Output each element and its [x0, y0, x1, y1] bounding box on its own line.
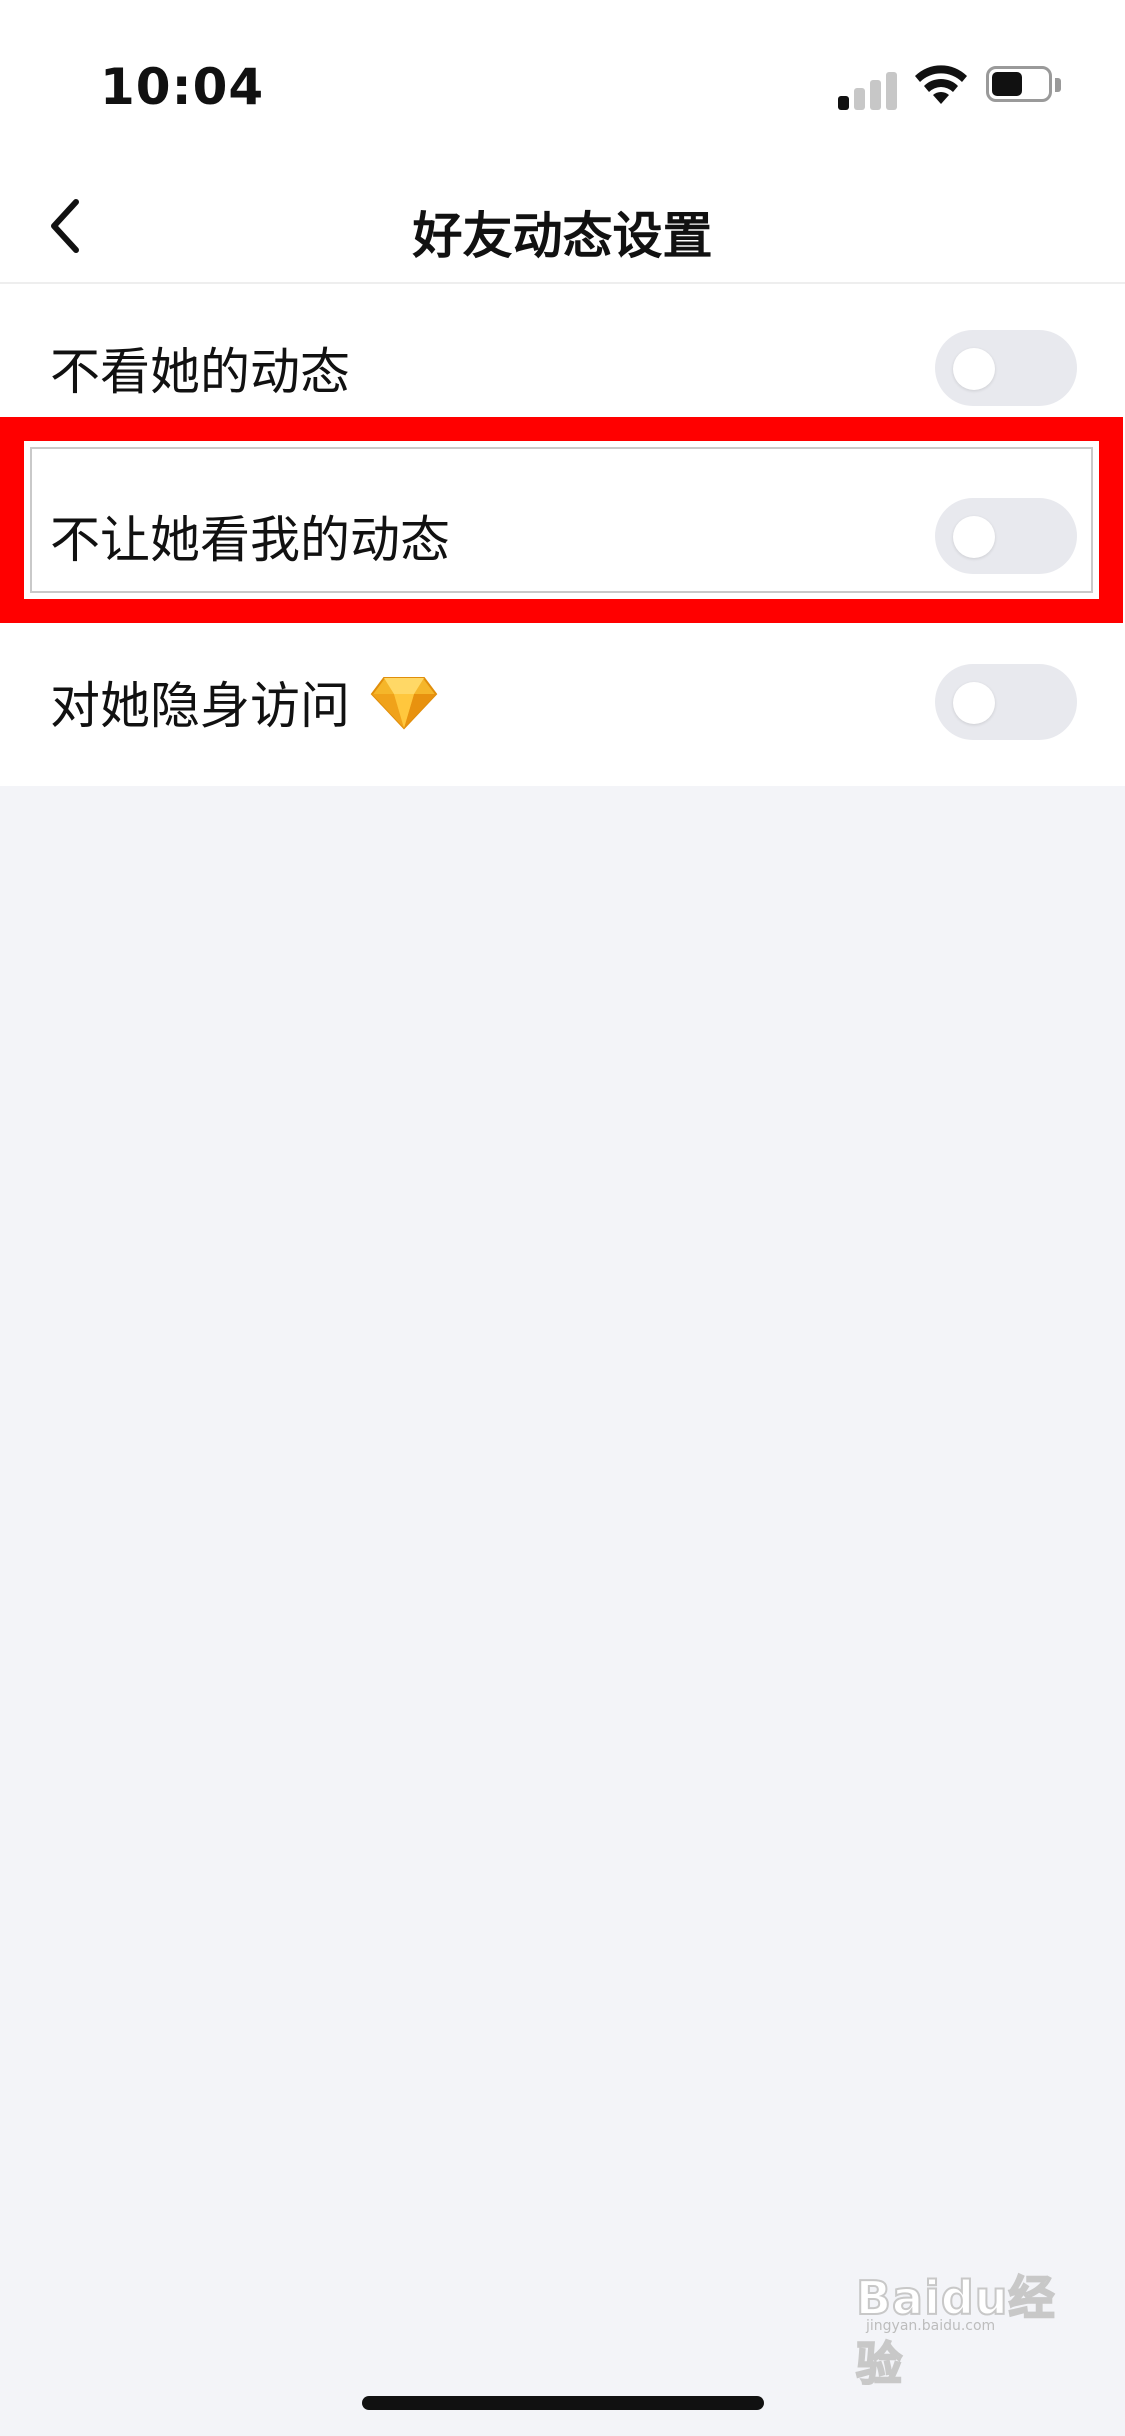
highlight-inner-border [30, 447, 1093, 593]
baidu-watermark: Baidu经验 jingyan.baidu.com [855, 2240, 1076, 2392]
navigation-bar: 好友动态设置 [0, 170, 1125, 284]
wifi-icon [915, 65, 967, 104]
cellular-signal-icon [838, 64, 900, 110]
diamond-icon [370, 677, 438, 730]
watermark-sub: jingyan.baidu.com [866, 2318, 996, 2334]
setting-label: 对她隐身访问 [50, 666, 438, 738]
battery-fill [992, 72, 1022, 96]
toggle-knob [953, 348, 995, 390]
setting-label: 不看她的动态 [50, 343, 350, 401]
toggle-knob [953, 682, 995, 724]
highlight-box [0, 417, 1123, 623]
status-time: 10:04 [100, 58, 265, 116]
status-bar: 10:04 [0, 0, 1125, 170]
hide-her-moments-toggle[interactable] [935, 330, 1077, 406]
setting-row-invisible-visit: 对她隐身访问 [0, 618, 1125, 786]
home-indicator[interactable] [362, 2396, 764, 2410]
battery-icon [986, 66, 1064, 106]
invisible-visit-toggle[interactable] [935, 664, 1077, 740]
page-title: 好友动态设置 [412, 207, 713, 265]
